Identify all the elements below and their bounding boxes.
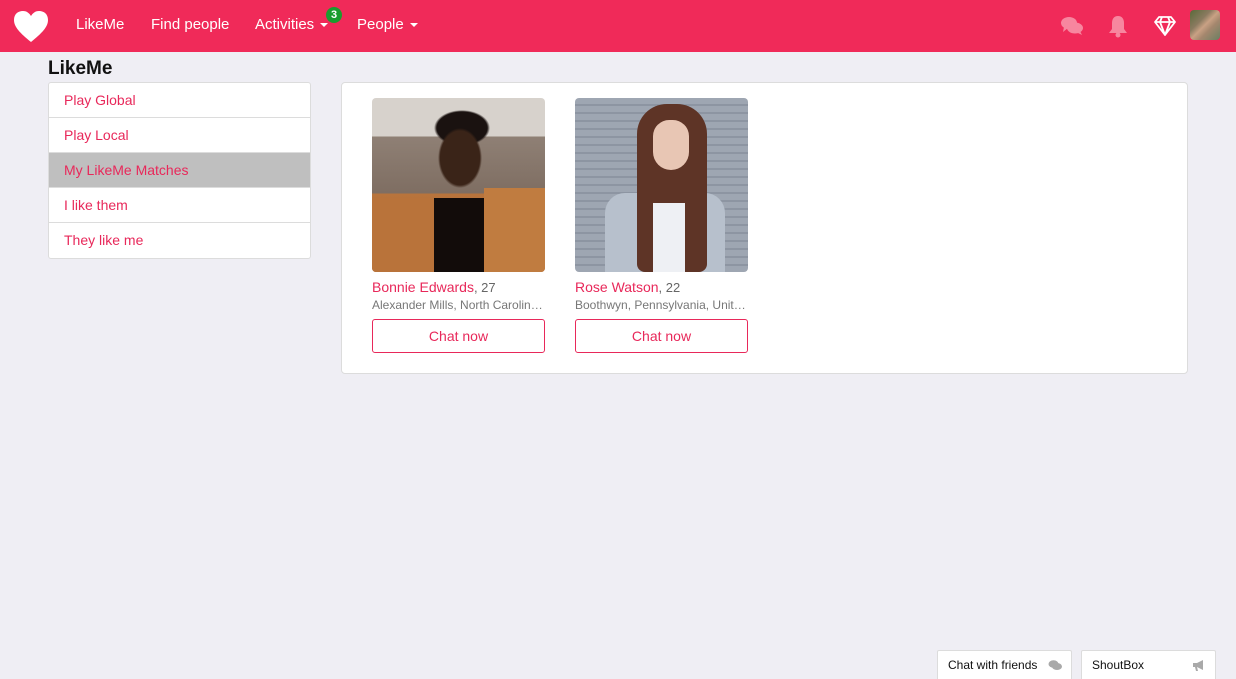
match-age: , 27: [473, 280, 496, 295]
sidebar-item-play-local[interactable]: Play Local: [49, 118, 310, 153]
heart-icon[interactable]: [14, 11, 48, 43]
top-navbar: LikeMe Find people Activities 3 People: [0, 0, 1236, 52]
chat-now-button[interactable]: Chat now: [575, 319, 748, 353]
diamond-icon[interactable]: [1153, 14, 1177, 38]
shoutbox-label: ShoutBox: [1092, 658, 1145, 672]
photo-detail: [434, 198, 484, 272]
match-card: Bonnie Edwards, 27 Alexander Mills, Nort…: [372, 98, 546, 353]
shoutbox-tab[interactable]: ShoutBox: [1081, 650, 1216, 679]
profile-photo[interactable]: [575, 98, 748, 272]
match-age: , 22: [658, 280, 681, 295]
nav-likeme[interactable]: LikeMe: [76, 0, 124, 52]
nav-activities-label: Activities: [255, 16, 315, 33]
photo-detail: [653, 203, 685, 272]
sidebar-item-i-like-them[interactable]: I like them: [49, 188, 310, 223]
match-name[interactable]: Rose Watson: [575, 279, 659, 295]
photo-detail: [372, 198, 434, 272]
match-name-line: Rose Watson, 22: [575, 279, 749, 295]
chat-bubbles-icon[interactable]: [1060, 14, 1084, 38]
chat-with-friends-label: Chat with friends: [948, 658, 1038, 672]
nav-people[interactable]: People: [357, 0, 418, 52]
sidebar-title: LikeMe: [48, 58, 113, 79]
sidebar-item-they-like-me[interactable]: They like me: [49, 223, 310, 258]
activities-badge: 3: [326, 7, 342, 23]
sidebar-item-my-likeme-matches[interactable]: My LikeMe Matches: [49, 153, 310, 188]
photo-detail: [653, 120, 689, 170]
match-card: Rose Watson, 22 Boothwyn, Pennsylvania, …: [575, 98, 749, 353]
chat-with-friends-tab[interactable]: Chat with friends: [937, 650, 1072, 679]
user-avatar[interactable]: [1190, 10, 1220, 40]
chat-now-button[interactable]: Chat now: [372, 319, 545, 353]
match-name-line: Bonnie Edwards, 27: [372, 279, 546, 295]
caret-down-icon: [320, 23, 329, 28]
sidebar-menu: Play Global Play Local My LikeMe Matches…: [48, 82, 311, 259]
caret-down-icon: [409, 23, 418, 28]
profile-photo[interactable]: [372, 98, 545, 272]
match-name[interactable]: Bonnie Edwards: [372, 279, 474, 295]
matches-panel: Bonnie Edwards, 27 Alexander Mills, Nort…: [341, 82, 1188, 374]
photo-detail: [484, 188, 545, 272]
match-location: Boothwyn, Pennsylvania, Unit…: [575, 298, 746, 312]
nav-people-label: People: [357, 16, 404, 33]
bell-icon[interactable]: [1106, 14, 1130, 38]
match-location: Alexander Mills, North Carolin…: [372, 298, 543, 312]
nav-activities[interactable]: Activities: [255, 0, 329, 52]
sidebar-item-play-global[interactable]: Play Global: [49, 83, 310, 118]
megaphone-icon: [1193, 660, 1203, 671]
chat-bubbles-icon: [1048, 660, 1062, 670]
nav-find-people[interactable]: Find people: [151, 0, 229, 52]
